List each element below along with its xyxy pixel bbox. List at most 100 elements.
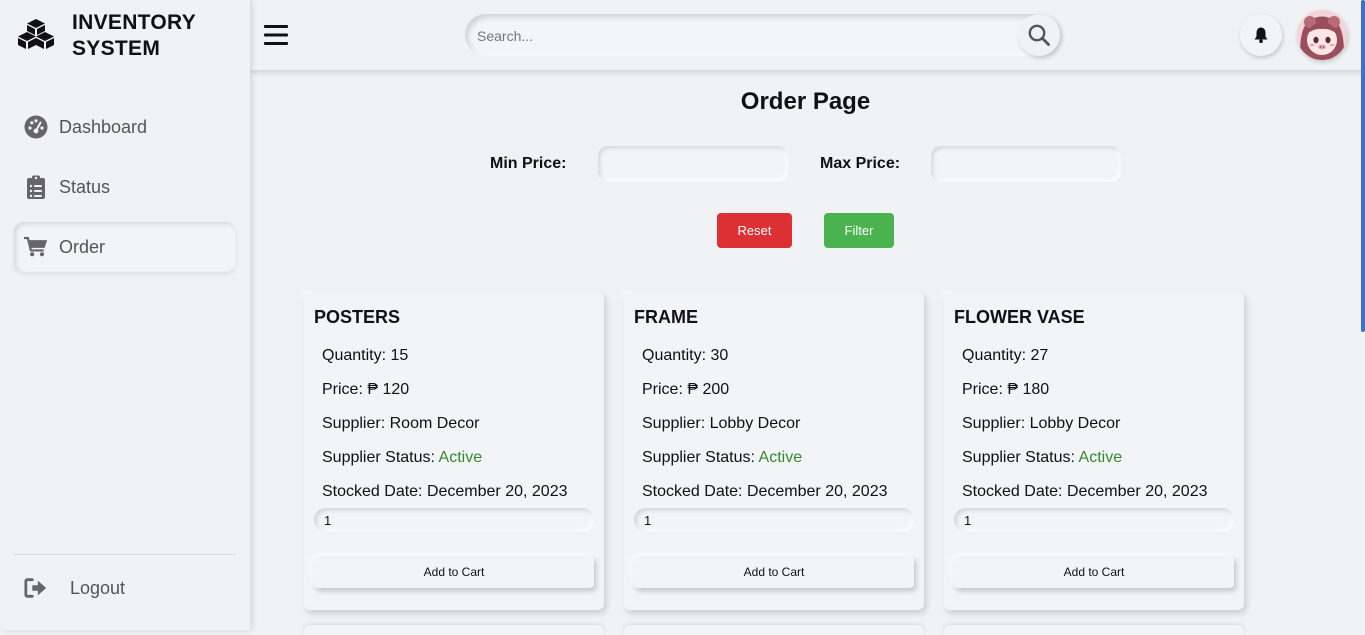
product-supplier: Supplier: Lobby Decor [962,415,1120,433]
sidebar-item-label: Status [59,176,111,197]
quantity-value: 30 [710,347,729,364]
product-card: FRAME Quantity: 30 Price: ₱ 200 Supplier… [624,292,924,610]
supplier-value: Lobby Decor [709,415,801,432]
user-avatar-image [1297,10,1347,60]
supplier-label: Supplier: [642,415,706,432]
supplier-status-label: Supplier Status: [642,449,755,466]
stocked-date-value: December 20, 2023 [1066,483,1208,500]
quantity-label: Quantity: [642,347,707,364]
min-price-input[interactable] [598,146,788,182]
stocked-date-label: Stocked Date: [322,483,423,500]
price-label: Price: [962,381,1003,398]
price-value: ₱ 180 [1007,381,1050,398]
page-title: Order Page [740,88,871,115]
product-stocked-date: Stocked Date: December 20, 2023 [962,483,1207,501]
logout-icon [24,576,48,600]
page-scrollbar[interactable] [1361,0,1365,630]
supplier-value: Lobby Decor [1029,415,1121,432]
app-title-line1: INVENTORY [72,11,197,34]
product-quantity: Quantity: 27 [962,347,1048,365]
cart-icon [24,235,48,259]
app-title-line2: SYSTEM [72,37,161,60]
price-value: ₱ 200 [687,381,730,398]
search-bar [465,14,1060,56]
reset-button[interactable]: Reset [717,213,792,248]
bell-icon [1254,27,1268,43]
max-price-input[interactable] [931,146,1121,182]
stocked-date-label: Stocked Date: [962,483,1063,500]
stocked-date-value: December 20, 2023 [746,483,888,500]
supplier-status-value: Active [438,449,483,466]
brand: INVENTORY SYSTEM [18,10,222,62]
sidebar-item-dashboard[interactable]: Dashboard [14,102,236,152]
quantity-label: Quantity: [322,347,387,364]
next-row-card-edge [944,625,1244,635]
quantity-input[interactable] [954,508,1234,532]
boxes-logo-icon [18,19,54,49]
sidebar-item-order[interactable]: Order [14,222,236,272]
product-supplier-status: Supplier Status: Active [322,449,482,467]
product-name: FRAME [634,307,698,327]
product-card: FLOWER VASE Quantity: 27 Price: ₱ 180 Su… [944,292,1244,610]
scrollbar-thumb[interactable] [1361,0,1365,332]
supplier-status-value: Active [758,449,803,466]
quantity-value: 15 [390,347,409,364]
add-to-cart-button[interactable]: Add to Cart [634,556,914,588]
product-quantity: Quantity: 30 [642,347,728,365]
quantity-input[interactable] [314,508,594,532]
next-row-card-edge [304,625,604,635]
filter-button[interactable]: Filter [824,213,894,248]
supplier-status-value: Active [1078,449,1123,466]
product-stocked-date: Stocked Date: December 20, 2023 [642,483,887,501]
product-name: FLOWER VASE [954,307,1085,327]
search-button[interactable] [1018,14,1060,56]
quantity-label: Quantity: [962,347,1027,364]
add-to-cart-button[interactable]: Add to Cart [954,556,1234,588]
price-label: Price: [322,381,363,398]
supplier-status-label: Supplier Status: [322,449,435,466]
sidebar-item-label: Order [59,236,106,257]
product-price: Price: ₱ 180 [962,381,1049,399]
main-content: Order Page Min Price: Max Price: Reset F… [250,70,1361,635]
clipboard-icon [24,175,48,199]
product-card: POSTERS Quantity: 15 Price: ₱ 120 Suppli… [304,292,604,610]
sidebar-item-status[interactable]: Status [14,162,236,212]
app-title: INVENTORY SYSTEM [72,10,222,62]
top-bar [250,0,1365,70]
product-stocked-date: Stocked Date: December 20, 2023 [322,483,567,501]
quantity-input[interactable] [634,508,914,532]
sidebar-nav: Dashboard Status Order [14,102,236,282]
search-icon [1028,24,1050,46]
product-supplier-status: Supplier Status: Active [962,449,1122,467]
quantity-value: 27 [1030,347,1049,364]
next-row-card-edge [624,625,924,635]
supplier-label: Supplier: [322,415,386,432]
stocked-date-label: Stocked Date: [642,483,743,500]
product-supplier: Supplier: Lobby Decor [642,415,800,433]
product-price: Price: ₱ 200 [642,381,729,399]
max-price-label: Max Price: [820,155,901,172]
product-supplier-status: Supplier Status: Active [642,449,802,467]
avatar[interactable] [1297,10,1347,60]
product-name: POSTERS [314,307,401,327]
supplier-label: Supplier: [962,415,1026,432]
menu-toggle-icon[interactable] [264,24,288,51]
supplier-status-label: Supplier Status: [962,449,1075,466]
add-to-cart-button[interactable]: Add to Cart [314,556,594,588]
gauge-icon [24,115,48,139]
sidebar: INVENTORY SYSTEM Dashboard Status Order … [0,0,250,630]
supplier-value: Room Decor [389,415,480,432]
logout-button[interactable]: Logout [24,576,125,600]
stocked-date-value: December 20, 2023 [426,483,568,500]
product-quantity: Quantity: 15 [322,347,408,365]
price-label: Price: [642,381,683,398]
sidebar-divider [14,554,236,555]
notification-button[interactable] [1240,14,1282,56]
product-price: Price: ₱ 120 [322,381,409,399]
product-supplier: Supplier: Room Decor [322,415,479,433]
min-price-label: Min Price: [490,155,567,172]
sidebar-item-label: Dashboard [59,116,148,137]
price-value: ₱ 120 [367,381,410,398]
search-input[interactable] [475,25,1019,47]
logout-label: Logout [70,577,126,598]
